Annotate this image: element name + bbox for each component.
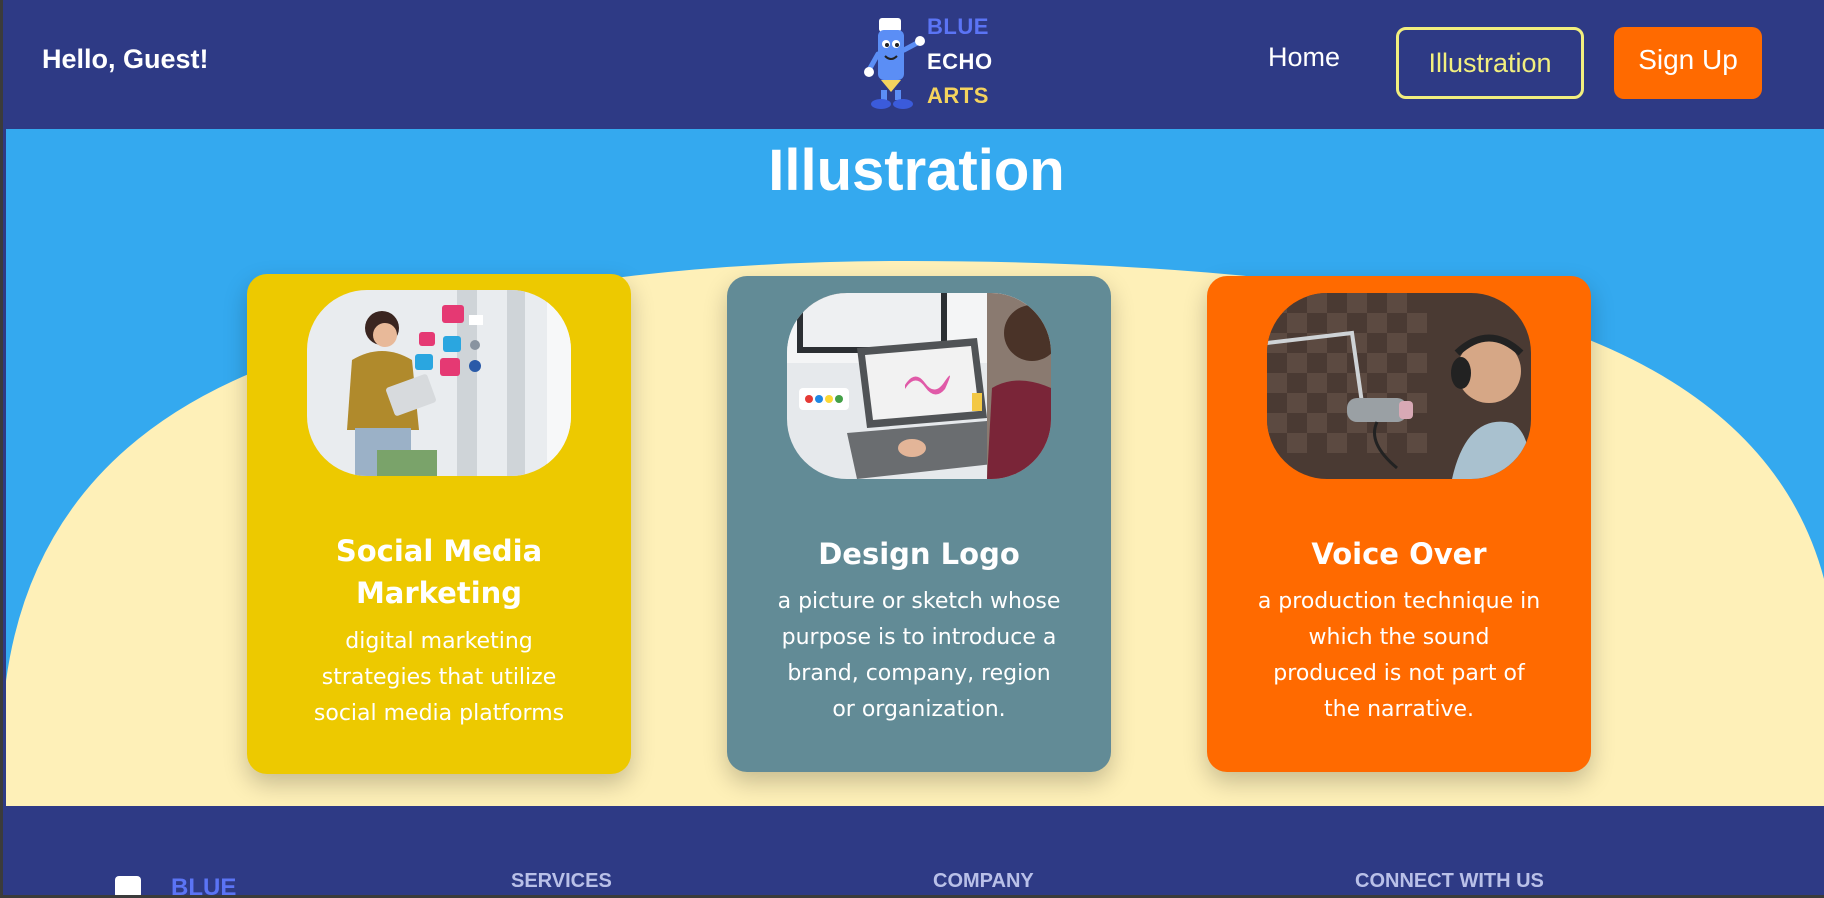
logo-design-photo [787, 293, 1051, 479]
logo-word-arts: ARTS [927, 83, 989, 108]
nav-home-link[interactable]: Home [1268, 42, 1340, 73]
top-navbar: Hello, Guest! BLUE ECHO ARTS Home Illust… [6, 0, 1824, 129]
footer-logo-icon [115, 876, 141, 895]
footer-heading-connect: CONNECT WITH US [1355, 870, 1544, 892]
pencil-mascot-icon [864, 18, 925, 109]
footer-brand: BLUE [171, 874, 237, 898]
social-media-photo [307, 290, 571, 476]
logo-word-echo: ECHO [927, 49, 993, 74]
site-footer: BLUE SERVICES COMPANY CONNECT WITH US [6, 806, 1824, 898]
logo-word-blue: BLUE [927, 14, 989, 39]
card-title: Design Logo [818, 537, 1020, 571]
card-description: digital marketing strategies that utiliz… [313, 629, 565, 726]
page-frame: Hello, Guest! BLUE ECHO ARTS Home Illust… [0, 0, 1824, 898]
nav-illustration-label: Illustration [1428, 47, 1552, 78]
sign-up-button[interactable]: Sign Up [1614, 27, 1762, 99]
sign-up-label: Sign Up [1638, 44, 1738, 75]
card-title: Social Media Marketing [335, 534, 543, 610]
illustration-section: Illustration Social Media Marketing digi… [6, 129, 1824, 806]
voice-over-photo [1267, 293, 1531, 479]
footer-heading-services: SERVICES [511, 870, 612, 892]
service-card-design-logo[interactable]: Design Logo a picture or sketch whose pu… [727, 276, 1111, 772]
section-title: Illustration [768, 138, 1065, 203]
card-title: Voice Over [1311, 537, 1487, 571]
greeting-text: Hello, Guest! [42, 44, 209, 74]
card-description: a picture or sketch whose purpose is to … [777, 589, 1061, 722]
card-description: a production technique in which the soun… [1257, 589, 1541, 722]
service-card-social-media[interactable]: Social Media Marketing digital marketing… [247, 274, 631, 774]
site-logo[interactable]: BLUE ECHO ARTS [861, 10, 993, 116]
footer-heading-company: COMPANY [933, 870, 1034, 892]
service-card-voice-over[interactable]: Voice Over a production technique in whi… [1207, 276, 1591, 772]
nav-illustration-link[interactable]: Illustration [1396, 27, 1584, 99]
